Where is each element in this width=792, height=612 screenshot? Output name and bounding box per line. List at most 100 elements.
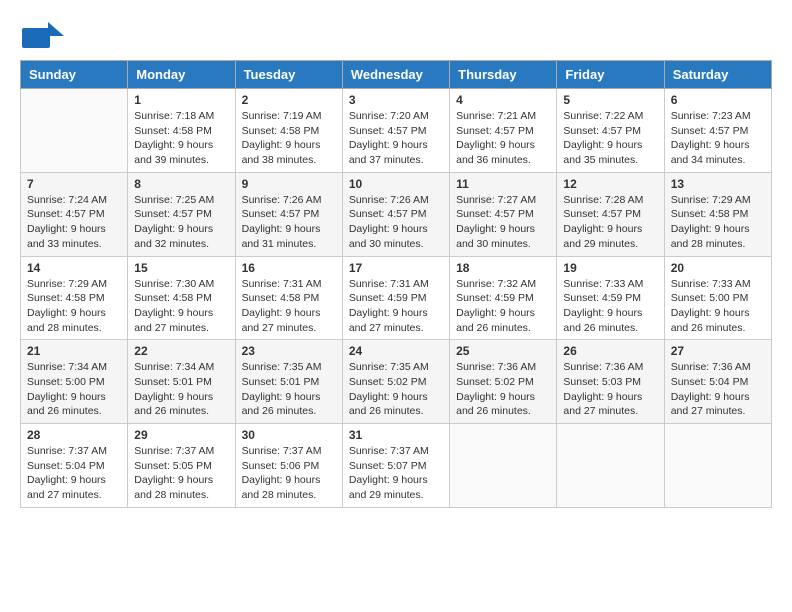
calendar-cell: 10 Sunrise: 7:26 AM Sunset: 4:57 PM Dayli… [342,172,449,256]
calendar-cell: 6 Sunrise: 7:23 AM Sunset: 4:57 PM Daylig… [664,89,771,173]
day-number: 6 [671,93,765,107]
column-header-wednesday: Wednesday [342,61,449,89]
day-number: 15 [134,261,228,275]
day-info: Sunrise: 7:20 AM Sunset: 4:57 PM Dayligh… [349,109,443,168]
day-info: Sunrise: 7:37 AM Sunset: 5:06 PM Dayligh… [242,444,336,503]
column-header-saturday: Saturday [664,61,771,89]
day-info: Sunrise: 7:19 AM Sunset: 4:58 PM Dayligh… [242,109,336,168]
day-info: Sunrise: 7:31 AM Sunset: 4:58 PM Dayligh… [242,277,336,336]
day-number: 21 [27,344,121,358]
day-info: Sunrise: 7:30 AM Sunset: 4:58 PM Dayligh… [134,277,228,336]
day-number: 3 [349,93,443,107]
day-info: Sunrise: 7:26 AM Sunset: 4:57 PM Dayligh… [242,193,336,252]
calendar-cell [21,89,128,173]
day-info: Sunrise: 7:32 AM Sunset: 4:59 PM Dayligh… [456,277,550,336]
calendar-cell: 29Sunrise: 7:37 AM Sunset: 5:05 PM Dayli… [128,424,235,508]
day-info: Sunrise: 7:37 AM Sunset: 5:04 PM Dayligh… [27,444,121,503]
logo-icon [20,20,60,48]
calendar-cell: 25Sunrise: 7:36 AM Sunset: 5:02 PM Dayli… [450,340,557,424]
day-number: 30 [242,428,336,442]
calendar-cell: 9 Sunrise: 7:26 AM Sunset: 4:57 PM Daylig… [235,172,342,256]
day-info: Sunrise: 7:26 AM Sunset: 4:57 PM Dayligh… [349,193,443,252]
calendar-cell: 22 Sunrise: 7:34 AM Sunset: 5:01 PM Dayli… [128,340,235,424]
day-number: 20 [671,261,765,275]
calendar-cell: 12 Sunrise: 7:28 AM Sunset: 4:57 PM Dayli… [557,172,664,256]
column-header-monday: Monday [128,61,235,89]
day-info: Sunrise: 7:29 AM Sunset: 4:58 PM Dayligh… [27,277,121,336]
calendar-cell: 18 Sunrise: 7:32 AM Sunset: 4:59 PM Dayli… [450,256,557,340]
day-info: Sunrise: 7:28 AM Sunset: 4:57 PM Dayligh… [563,193,657,252]
day-info: Sunrise: 7:21 AM Sunset: 4:57 PM Dayligh… [456,109,550,168]
calendar-cell: 26Sunrise: 7:36 AM Sunset: 5:03 PM Dayli… [557,340,664,424]
day-number: 9 [242,177,336,191]
calendar-cell: 4 Sunrise: 7:21 AM Sunset: 4:57 PM Daylig… [450,89,557,173]
day-info: Sunrise: 7:33 AM Sunset: 5:00 PM Dayligh… [671,277,765,336]
calendar-week-row: 28 Sunrise: 7:37 AM Sunset: 5:04 PM Dayli… [21,424,772,508]
calendar-cell: 21 Sunrise: 7:34 AM Sunset: 5:00 PM Dayli… [21,340,128,424]
calendar-week-row: 7 Sunrise: 7:24 AM Sunset: 4:57 PM Daylig… [21,172,772,256]
day-number: 23 [242,344,336,358]
day-info: Sunrise: 7:27 AM Sunset: 4:57 PM Dayligh… [456,193,550,252]
day-number: 19 [563,261,657,275]
day-number: 22 [134,344,228,358]
day-info: Sunrise: 7:33 AM Sunset: 4:59 PM Dayligh… [563,277,657,336]
day-info: Sunrise: 7:29 AM Sunset: 4:58 PM Dayligh… [671,193,765,252]
day-info: Sunrise: 7:23 AM Sunset: 4:57 PM Dayligh… [671,109,765,168]
day-number: 13 [671,177,765,191]
day-info: Sunrise: 7:34 AM Sunset: 5:01 PM Dayligh… [134,360,228,419]
day-number: 12 [563,177,657,191]
day-number: 5 [563,93,657,107]
calendar-cell: 2 Sunrise: 7:19 AM Sunset: 4:58 PM Daylig… [235,89,342,173]
calendar-week-row: 1 Sunrise: 7:18 AM Sunset: 4:58 PM Daylig… [21,89,772,173]
calendar-week-row: 21 Sunrise: 7:34 AM Sunset: 5:00 PM Dayli… [21,340,772,424]
calendar-cell: 14 Sunrise: 7:29 AM Sunset: 4:58 PM Dayli… [21,256,128,340]
day-info: Sunrise: 7:36 AM Sunset: 5:04 PM Dayligh… [671,360,765,419]
column-header-sunday: Sunday [21,61,128,89]
day-number: 4 [456,93,550,107]
column-header-tuesday: Tuesday [235,61,342,89]
calendar-cell [557,424,664,508]
day-number: 24 [349,344,443,358]
day-number: 17 [349,261,443,275]
calendar-week-row: 14 Sunrise: 7:29 AM Sunset: 4:58 PM Dayli… [21,256,772,340]
calendar-cell: 20 Sunrise: 7:33 AM Sunset: 5:00 PM Dayli… [664,256,771,340]
calendar-cell: 1 Sunrise: 7:18 AM Sunset: 4:58 PM Daylig… [128,89,235,173]
column-header-friday: Friday [557,61,664,89]
day-number: 27 [671,344,765,358]
day-info: Sunrise: 7:34 AM Sunset: 5:00 PM Dayligh… [27,360,121,419]
day-info: Sunrise: 7:25 AM Sunset: 4:57 PM Dayligh… [134,193,228,252]
calendar-cell: 30 Sunrise: 7:37 AM Sunset: 5:06 PM Dayli… [235,424,342,508]
day-number: 28 [27,428,121,442]
calendar-cell: 28 Sunrise: 7:37 AM Sunset: 5:04 PM Dayli… [21,424,128,508]
day-info: Sunrise: 7:36 AM Sunset: 5:03 PM Dayligh… [563,360,657,419]
day-info: Sunrise: 7:37 AM Sunset: 5:07 PM Dayligh… [349,444,443,503]
day-number: 10 [349,177,443,191]
calendar-cell: 13 Sunrise: 7:29 AM Sunset: 4:58 PM Dayli… [664,172,771,256]
calendar-cell: 3 Sunrise: 7:20 AM Sunset: 4:57 PM Daylig… [342,89,449,173]
day-info: Sunrise: 7:18 AM Sunset: 4:58 PM Dayligh… [134,109,228,168]
calendar-cell: 7 Sunrise: 7:24 AM Sunset: 4:57 PM Daylig… [21,172,128,256]
calendar-cell: 31 Sunrise: 7:37 AM Sunset: 5:07 PM Dayli… [342,424,449,508]
day-number: 1 [134,93,228,107]
day-info: Sunrise: 7:31 AM Sunset: 4:59 PM Dayligh… [349,277,443,336]
calendar-cell: 23Sunrise: 7:35 AM Sunset: 5:01 PM Dayli… [235,340,342,424]
calendar-header-row: SundayMondayTuesdayWednesdayThursdayFrid… [21,61,772,89]
calendar-cell: 24Sunrise: 7:35 AM Sunset: 5:02 PM Dayli… [342,340,449,424]
day-number: 29 [134,428,228,442]
logo [20,20,64,50]
calendar-cell: 19 Sunrise: 7:33 AM Sunset: 4:59 PM Dayli… [557,256,664,340]
calendar-cell [450,424,557,508]
day-number: 18 [456,261,550,275]
calendar-table: SundayMondayTuesdayWednesdayThursdayFrid… [20,60,772,508]
calendar-cell: 15 Sunrise: 7:30 AM Sunset: 4:58 PM Dayli… [128,256,235,340]
day-number: 7 [27,177,121,191]
page-header [20,20,772,50]
day-info: Sunrise: 7:22 AM Sunset: 4:57 PM Dayligh… [563,109,657,168]
day-info: Sunrise: 7:24 AM Sunset: 4:57 PM Dayligh… [27,193,121,252]
day-number: 16 [242,261,336,275]
day-number: 31 [349,428,443,442]
calendar-cell [664,424,771,508]
calendar-cell: 11Sunrise: 7:27 AM Sunset: 4:57 PM Dayli… [450,172,557,256]
day-number: 14 [27,261,121,275]
day-number: 2 [242,93,336,107]
